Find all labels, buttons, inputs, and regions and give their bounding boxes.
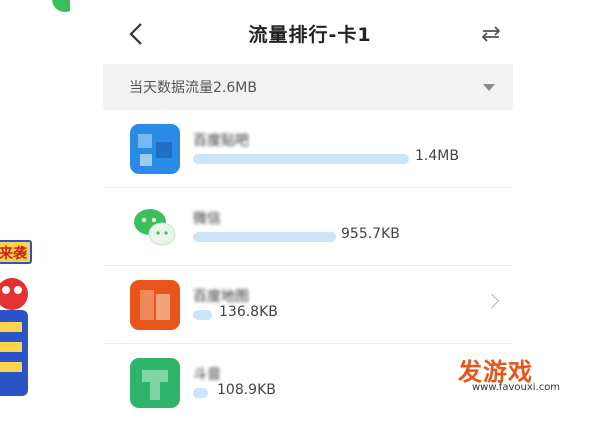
caret-down-icon [483,84,495,91]
wechat-icon [130,202,180,252]
lion-dance-mascot-icon [0,278,28,396]
app-name: 微信 [193,211,221,227]
usage-value: 136.8KB [219,304,278,320]
switch-card-button[interactable] [478,22,504,46]
usage-bar [193,388,208,398]
app-name: 百度贴吧 [193,133,249,149]
site-watermark: 发游戏 www.favouxi.com [458,352,588,396]
swap-arrows-icon [481,26,501,42]
daily-usage-summary: 当天数据流量2.6MB [129,80,257,96]
green-app-icon [130,358,180,408]
usage-bar [193,310,212,320]
usage-value: 955.7KB [341,226,400,242]
app-name: 斗音 [193,367,221,383]
blue-app-icon [130,124,180,174]
promo-badge: 来袭 [0,240,32,264]
watermark-url: www.favouxi.com [472,382,561,393]
app-row[interactable]: 微信 955.7KB [103,188,513,266]
usage-value: 108.9KB [217,382,276,398]
app-usage-list: 百度贴吧 1.4MB 微信 955.7KB 百度地图 136.8KB 斗音 10… [103,110,513,421]
left-background-strip: 来袭 [0,0,78,400]
daily-usage-dropdown[interactable]: 当天数据流量2.6MB [103,64,513,110]
app-row[interactable]: 斗音 108.9KB [103,344,513,421]
usage-bar [193,154,409,164]
app-row[interactable]: 百度地图 136.8KB [103,266,513,344]
usage-value: 1.4MB [415,148,459,164]
usage-bar [193,232,336,242]
top-bar: 流量排行-卡1 [70,0,550,64]
phone-screen: 流量排行-卡1 当天数据流量2.6MB 百度贴吧 1.4MB 微信 955.7K… [70,0,550,408]
app-name: 百度地图 [193,289,249,305]
app-row[interactable]: 百度贴吧 1.4MB [103,110,513,188]
chevron-right-icon [484,293,500,309]
usage-bar-track [193,154,409,164]
orange-app-icon [130,280,180,330]
